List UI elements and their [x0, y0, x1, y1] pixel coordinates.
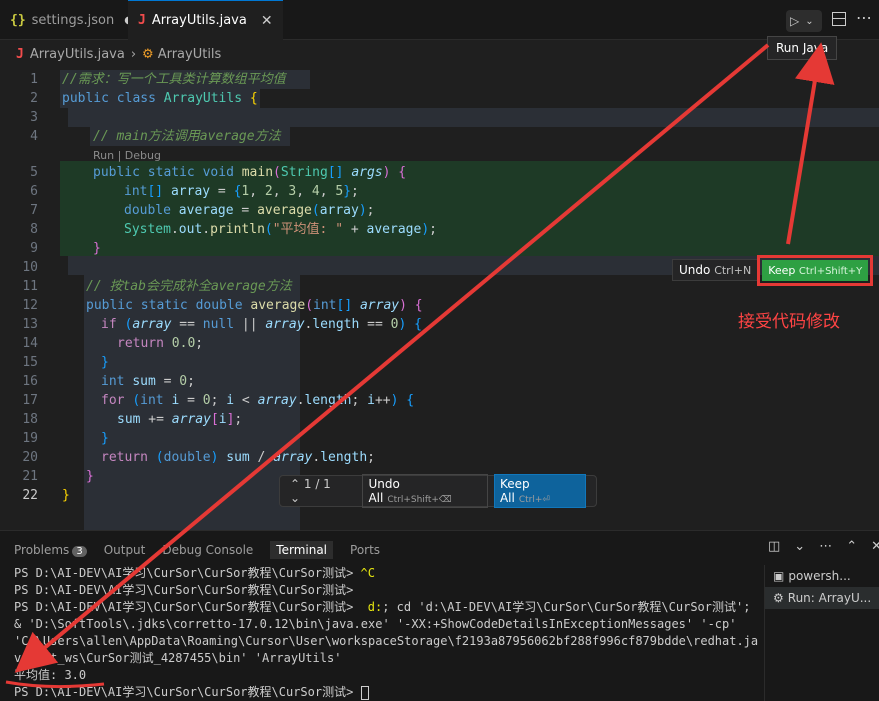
line-number: 13	[22, 317, 38, 332]
line-number: 12	[22, 298, 38, 313]
tab-debug-console[interactable]: Debug Console	[162, 543, 253, 557]
line-number: 4	[30, 129, 38, 144]
line-number: 21	[22, 469, 38, 484]
split-editor-icon[interactable]	[832, 12, 846, 26]
keep-all-button[interactable]: Keep All Ctrl+⏎	[493, 474, 586, 508]
line-number: 7	[30, 203, 38, 218]
terminal-icon: ▣	[773, 569, 785, 583]
terminal-item-powershell[interactable]: ▣ powersh...	[765, 565, 879, 587]
annotation-label: 接受代码修改	[738, 312, 840, 332]
code-line: public class ArrayUtils {	[62, 91, 258, 106]
tab-settings-json[interactable]: {} settings.json ●	[0, 0, 143, 40]
play-icon: ▷	[790, 14, 800, 28]
run-java-tooltip: Run Java	[767, 36, 838, 60]
line-number: 14	[22, 336, 38, 351]
line-number: 11	[22, 279, 38, 294]
undo-button[interactable]: Undo Ctrl+N	[672, 259, 759, 281]
line-number: 3	[30, 110, 38, 125]
terminal-output[interactable]: PS D:\AI-DEV\AI学习\CurSor\CurSor教程\CurSor…	[14, 565, 762, 701]
code-comment: // 按tab会完成补全average方法	[86, 279, 292, 294]
code-line: int sum = 0;	[101, 374, 195, 389]
code-line: System.out.println("平均值: " + average);	[124, 222, 437, 237]
line-number: 8	[30, 222, 38, 237]
code-line: double average = average(array);	[124, 203, 375, 218]
line-number: 1	[30, 72, 38, 87]
java-file-icon: J	[138, 13, 146, 28]
code-line: }	[101, 431, 109, 446]
split-terminal-icon[interactable]: ◫	[768, 539, 780, 554]
json-file-icon: {}	[10, 12, 26, 28]
terminal-item-run-arrayutils[interactable]: ⚙ Run: ArrayU...	[765, 587, 879, 609]
code-comment: //需求：写一个工具类计算数组平均值	[62, 72, 286, 87]
close-panel-icon[interactable]: ✕	[871, 539, 879, 554]
code-line: if (array == null || array.length == 0) …	[101, 317, 422, 332]
line-number: 19	[22, 431, 38, 446]
panel-toolbar: ◫ ⌄ ⋯ ⌃ ✕	[768, 539, 879, 554]
code-line: return (double) sum / array.length;	[101, 450, 375, 465]
code-line: return 0.0;	[117, 336, 204, 351]
code-line: int[] array = {1, 2, 3, 4, 5};	[124, 184, 359, 199]
breadcrumb: J ArrayUtils.java › ⚙ ArrayUtils	[16, 44, 221, 64]
code-line: }	[93, 241, 101, 256]
java-file-icon: J	[16, 46, 24, 62]
bottom-panel: Problems 3 Output Debug Console Terminal …	[0, 530, 879, 701]
gear-icon: ⚙	[773, 591, 784, 605]
problems-count-badge: 3	[72, 546, 87, 557]
code-line: public static void main(String[] args) {	[93, 165, 407, 180]
tab-label: ArrayUtils.java	[151, 13, 247, 28]
run-debug-codelens[interactable]: Run | Debug	[93, 149, 161, 162]
run-java-button[interactable]: ▷ ⌄	[786, 10, 822, 32]
code-editor[interactable]: 1 //需求：写一个工具类计算数组平均值 2 public class ArrayU…	[0, 70, 879, 560]
terminal-list: ▣ powersh... ⚙ Run: ArrayU...	[764, 565, 879, 701]
inline-diff-actions: Undo Ctrl+N Keep Ctrl+Shift+Y	[672, 254, 874, 286]
chevron-down-icon[interactable]: ⌄	[794, 539, 805, 554]
chevron-down-icon[interactable]: ⌄	[805, 16, 813, 27]
breadcrumb-separator: ›	[130, 46, 137, 62]
program-output: 平均值: 3.0	[14, 668, 87, 682]
line-number: 9	[30, 241, 38, 256]
terminal-cursor	[360, 685, 369, 700]
line-number: 10	[22, 260, 38, 275]
line-number: 17	[22, 393, 38, 408]
tab-label: settings.json	[31, 12, 115, 28]
code-line: public static double average(int[] array…	[86, 298, 423, 313]
change-navigator[interactable]: ⌃ 1 / 1 ⌄	[290, 477, 342, 505]
tab-ports[interactable]: Ports	[350, 543, 380, 557]
line-number: 5	[30, 165, 38, 180]
code-line: }	[101, 355, 109, 370]
tab-problems[interactable]: Problems 3	[14, 543, 87, 557]
line-number: 6	[30, 184, 38, 199]
line-number: 2	[30, 91, 38, 106]
more-actions-icon[interactable]: ⋯	[819, 539, 832, 554]
tab-terminal[interactable]: Terminal	[270, 541, 334, 559]
close-icon[interactable]: ✕	[261, 13, 273, 29]
more-actions-icon[interactable]: ⋯	[856, 8, 872, 27]
line-number: 16	[22, 374, 38, 389]
line-number: 18	[22, 412, 38, 427]
maximize-panel-icon[interactable]: ⌃	[846, 539, 857, 554]
tab-output[interactable]: Output	[104, 543, 146, 557]
class-symbol-icon: ⚙	[142, 46, 154, 62]
line-number: 15	[22, 355, 38, 370]
code-line: sum += array[i];	[117, 412, 243, 427]
breadcrumb-file[interactable]: ArrayUtils.java	[30, 47, 125, 62]
line-number: 22	[22, 488, 38, 503]
panel-tabs: Problems 3 Output Debug Console Terminal …	[14, 539, 397, 561]
keep-button[interactable]: Keep Ctrl+Shift+Y	[757, 254, 874, 286]
code-line: }	[62, 488, 70, 503]
breadcrumb-symbol[interactable]: ArrayUtils	[158, 47, 222, 62]
line-number: 20	[22, 450, 38, 465]
diff-navigation-bar: ⌃ 1 / 1 ⌄ Undo All Ctrl+Shift+⌫ Keep All C…	[279, 474, 597, 508]
code-line: for (int i = 0; i < array.length; i++) {	[101, 393, 415, 408]
undo-all-button[interactable]: Undo All Ctrl+Shift+⌫	[362, 474, 488, 508]
code-line: }	[86, 469, 94, 484]
tab-arrayutils-java[interactable]: J ArrayUtils.java ✕	[128, 0, 283, 40]
code-comment: // main方法调用average方法	[93, 129, 281, 144]
tab-bar: {} settings.json ● J ArrayUtils.java ✕ ▷…	[0, 0, 879, 40]
